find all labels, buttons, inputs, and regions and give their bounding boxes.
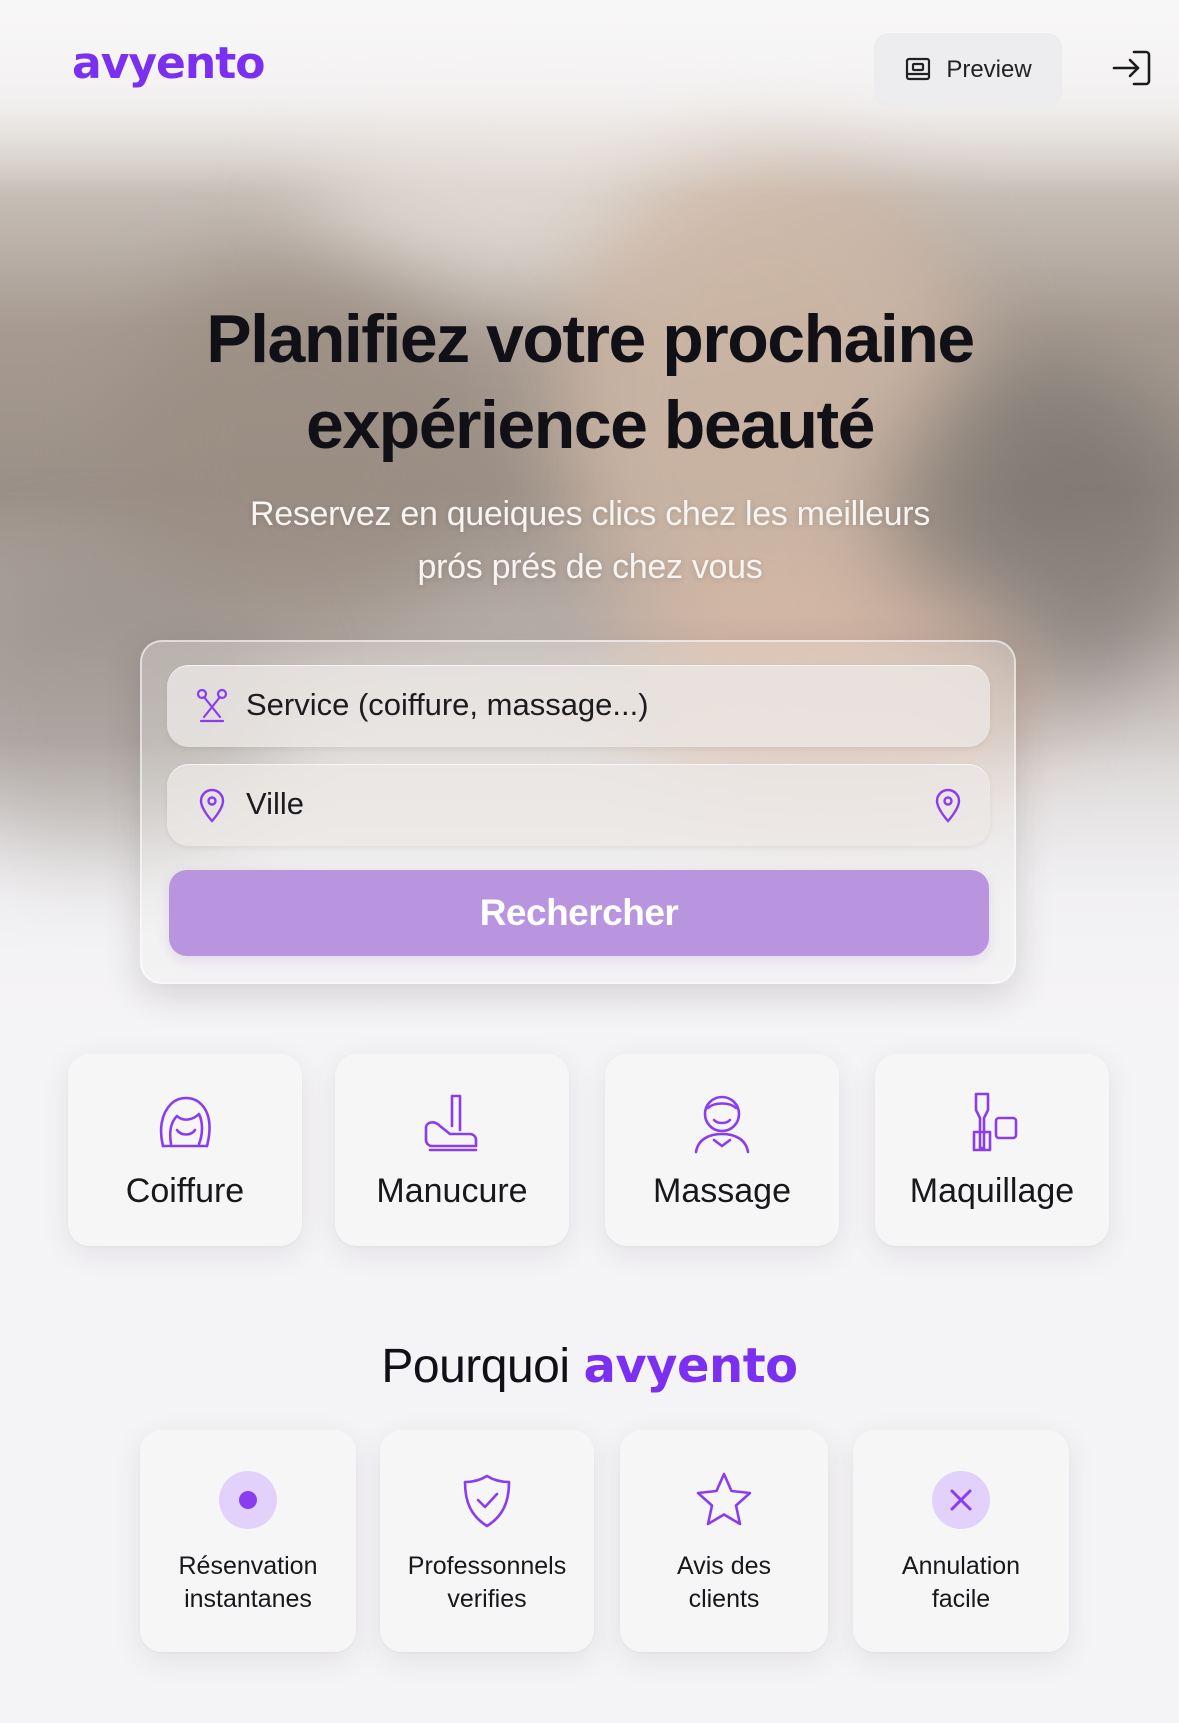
hero-subtitle-line2: prós prés de chez vous <box>417 548 763 586</box>
feature-easy-cancellation: Annulation facile <box>853 1430 1069 1652</box>
feature-verified-pros: Professonnels verifies <box>380 1430 594 1652</box>
preview-button[interactable]: Preview <box>874 33 1062 107</box>
category-maquillage[interactable]: Maquillage <box>875 1054 1109 1246</box>
preview-icon <box>906 57 931 81</box>
why-title-brand: avyento <box>583 1338 799 1394</box>
locate-me-icon[interactable] <box>930 786 966 824</box>
category-coiffure[interactable]: Coiffure <box>68 1054 302 1246</box>
hero-title-line2: expérience beauté <box>306 387 875 463</box>
category-massage[interactable]: Massage <box>605 1054 839 1246</box>
instant-dot-icon <box>219 1471 277 1529</box>
hero-subtitle-line1: Reservez en queiques clics chez les meil… <box>249 495 931 533</box>
category-label: Manucure <box>376 1172 528 1210</box>
preview-label: Preview <box>946 56 1032 83</box>
feature-label: Avis des clients <box>676 1552 772 1613</box>
feature-label: Annulation facile <box>901 1552 1021 1613</box>
hero-title-line1: Planifiez votre prochaine <box>206 301 975 377</box>
category-manucure[interactable]: Manucure <box>335 1054 569 1246</box>
feature-client-reviews: Avis des clients <box>620 1430 828 1652</box>
star-icon <box>696 1472 752 1526</box>
hair-icon <box>159 1096 211 1148</box>
category-label: Coiffure <box>125 1172 245 1210</box>
brand-logo[interactable]: avyento <box>72 38 265 89</box>
hero-title: Planifiez votre prochaine expérience bea… <box>140 296 1040 468</box>
service-placeholder: Service (coiffure, massage...) <box>246 687 649 722</box>
why-title-text: Pourquoi <box>381 1340 570 1393</box>
cancel-x-icon <box>932 1471 990 1529</box>
scissors-icon <box>196 688 228 723</box>
feature-label: Résenvation instantanes <box>178 1552 318 1613</box>
feature-instant-booking: Résenvation instantanes <box>140 1430 356 1652</box>
feature-label: Professonnels verifies <box>407 1552 567 1613</box>
city-placeholder: Ville <box>246 786 305 821</box>
category-label: Massage <box>653 1172 791 1210</box>
nail-icon <box>424 1094 478 1152</box>
search-button[interactable]: Rechercher <box>169 870 989 956</box>
makeup-icon <box>972 1092 1018 1152</box>
city-input[interactable]: Ville <box>167 764 990 846</box>
location-pin-icon <box>199 788 225 823</box>
shield-check-icon <box>463 1474 511 1528</box>
service-input[interactable]: Service (coiffure, massage...) <box>167 665 990 747</box>
massage-icon <box>694 1095 750 1154</box>
hero-subtitle: Reservez en queiques clics chez les meil… <box>190 488 990 594</box>
login-icon[interactable] <box>1110 48 1152 88</box>
category-label: Maquillage <box>909 1172 1075 1210</box>
landing-page: avyento Preview Planifiez votre prochain… <box>0 0 1179 1723</box>
why-section-title: Pourquoi avyento <box>0 1338 1179 1394</box>
